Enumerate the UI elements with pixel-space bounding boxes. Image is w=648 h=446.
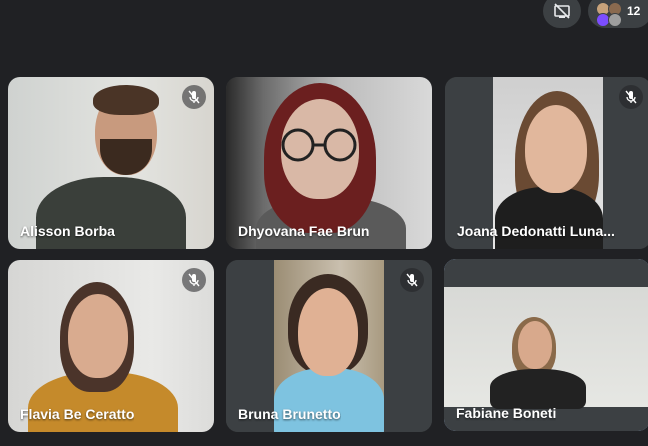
participant-tile[interactable]: Dhyovana Fae Brun <box>226 77 432 249</box>
participant-tile[interactable]: Alisson Borba <box>8 77 214 249</box>
mic-off-icon <box>182 85 206 109</box>
screen-share-off-icon <box>554 3 570 19</box>
present-toggle-button[interactable] <box>543 0 581 28</box>
participant-avatars <box>594 0 624 27</box>
avatar <box>608 13 622 27</box>
mic-off-icon <box>400 268 424 292</box>
participant-name: Alisson Borba <box>20 223 115 239</box>
participant-name: Dhyovana Fae Brun <box>238 223 370 239</box>
participant-name: Fabiane Boneti <box>456 405 557 421</box>
participant-name: Bruna Brunetto <box>238 406 341 422</box>
participant-name: Flavia Be Ceratto <box>20 406 135 422</box>
participant-tile[interactable]: Bruna Brunetto <box>226 260 432 432</box>
people-button[interactable]: 12 <box>588 0 648 28</box>
participant-count: 12 <box>627 4 641 18</box>
participant-tile-active-speaker[interactable]: Fabiane Boneti <box>444 259 648 431</box>
mic-off-icon <box>619 85 643 109</box>
mic-off-icon <box>182 268 206 292</box>
participant-tile[interactable]: Joana Dedonatti Luna... <box>445 77 648 249</box>
participant-name: Joana Dedonatti Luna... <box>457 223 615 239</box>
participant-tile[interactable]: Flavia Be Ceratto <box>8 260 214 432</box>
